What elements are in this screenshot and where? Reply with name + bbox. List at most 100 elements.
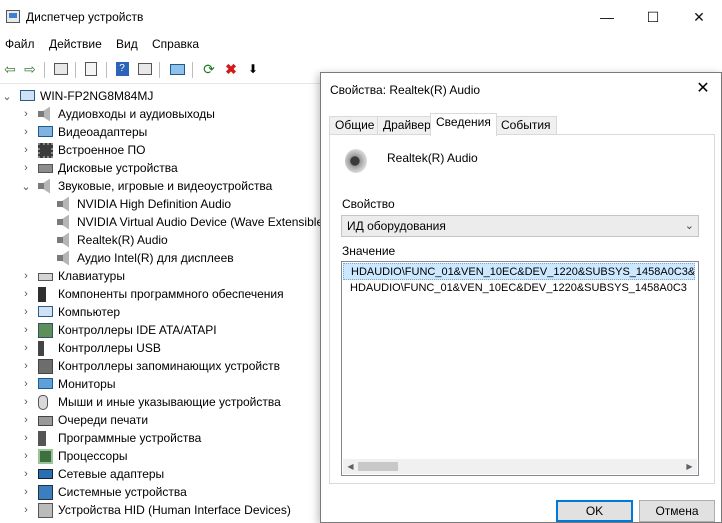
collapse-chevron-icon[interactable]: ⌄	[21, 180, 31, 193]
tree-category-label: Аудиовходы и аудиовыходы	[58, 107, 215, 121]
tree-device-label: NVIDIA High Definition Audio	[77, 197, 232, 211]
property-label: Свойство	[342, 197, 395, 211]
expand-chevron-icon[interactable]: ›	[21, 126, 31, 138]
expand-chevron-icon[interactable]: ›	[21, 360, 31, 372]
expand-chevron-icon[interactable]: ›	[21, 270, 31, 282]
printer-icon	[38, 416, 53, 426]
tree-category-label: Программные устройства	[58, 431, 202, 445]
expand-chevron-icon[interactable]: ›	[21, 306, 31, 318]
monitor-icon	[38, 378, 53, 389]
tree-category-label: Устройства HID (Human Interface Devices)	[58, 503, 291, 517]
tree-category-label: Мыши и иные указывающие устройства	[58, 395, 281, 409]
toolbar-separator	[106, 62, 107, 78]
expand-chevron-icon[interactable]: ›	[21, 108, 31, 120]
computer-icon	[38, 306, 53, 317]
expand-chevron-icon[interactable]: ›	[21, 144, 31, 156]
tab-driver[interactable]: Драйвер	[377, 116, 437, 135]
expand-chevron-icon[interactable]: ›	[21, 486, 31, 498]
expand-chevron-icon[interactable]: ›	[21, 504, 31, 516]
tree-device-label: NVIDIA Virtual Audio Device (Wave Extens…	[77, 215, 328, 229]
scan-hardware-icon[interactable]	[168, 60, 186, 78]
expand-chevron-icon[interactable]: ›	[21, 432, 31, 444]
scroll-left-icon[interactable]: ◀	[343, 459, 358, 474]
collapse-chevron-icon[interactable]: ⌄	[2, 90, 12, 103]
tab-events[interactable]: События	[495, 116, 557, 135]
toolbar-separator	[192, 62, 193, 78]
device-manager-app-icon	[6, 10, 20, 23]
show-hidden-icon[interactable]	[136, 60, 154, 78]
back-icon[interactable]: ⇦	[1, 60, 19, 78]
processor-icon	[38, 448, 53, 464]
expand-chevron-icon[interactable]: ›	[21, 162, 31, 174]
update-driver-icon[interactable]: ⟳	[200, 60, 218, 78]
toolbar-separator	[75, 62, 76, 78]
usb-icon	[38, 340, 44, 356]
device-name: Realtek(R) Audio	[387, 151, 478, 165]
dialog-close-button[interactable]: ✕	[685, 73, 721, 105]
close-window-button[interactable]: ✕	[676, 0, 722, 34]
chevron-down-icon: ⌄	[684, 220, 694, 232]
ide-controller-icon	[38, 322, 53, 338]
tree-category-label: Встроенное ПО	[58, 143, 146, 157]
value-listbox[interactable]: HDAUDIO\FUNC_01&VEN_10EC&DEV_1220&SUBSYS…	[341, 261, 699, 476]
scroll-right-icon[interactable]: ▶	[682, 459, 697, 474]
software-component-icon	[38, 286, 46, 302]
keyboard-icon	[38, 273, 53, 281]
tree-category-label: Дисковые устройства	[58, 161, 178, 175]
scrollbar-thumb[interactable]	[358, 462, 398, 471]
properties-icon[interactable]	[82, 60, 100, 78]
enable-device-icon[interactable]: ⬇	[244, 60, 262, 78]
storage-controller-icon	[38, 358, 53, 374]
tree-category-label: Сетевые адаптеры	[58, 467, 165, 481]
minimize-button[interactable]: —	[584, 0, 630, 34]
tree-category-label: Контроллеры IDE ATA/ATAPI	[58, 323, 217, 337]
speaker-icon	[38, 106, 50, 122]
toolbar-separator	[159, 62, 160, 78]
expand-chevron-icon[interactable]: ›	[21, 342, 31, 354]
expand-chevron-icon[interactable]: ›	[21, 450, 31, 462]
tab-general[interactable]: Общие	[329, 116, 381, 135]
tree-category-label: Процессоры	[58, 449, 128, 463]
tree-category-label: Системные устройства	[58, 485, 187, 499]
forward-icon[interactable]: ⇨	[21, 60, 39, 78]
property-select[interactable]: ИД оборудования ⌄	[341, 215, 699, 237]
menu-file[interactable]: Файл	[5, 37, 35, 51]
software-device-icon	[38, 430, 46, 446]
toolbar-separator	[44, 62, 45, 78]
tree-category-label: Мониторы	[58, 377, 116, 391]
mouse-icon	[38, 394, 48, 410]
tree-category-label: Видеоадаптеры	[58, 125, 148, 139]
expand-chevron-icon[interactable]: ›	[21, 324, 31, 336]
expand-chevron-icon[interactable]: ›	[21, 378, 31, 390]
display-adapter-icon	[38, 126, 53, 137]
dialog-title: Свойства: Realtek(R) Audio	[330, 83, 481, 97]
hid-icon	[38, 502, 53, 518]
expand-chevron-icon[interactable]: ›	[21, 288, 31, 300]
maximize-button[interactable]: ☐	[630, 0, 676, 34]
value-list-item[interactable]: HDAUDIO\FUNC_01&VEN_10EC&DEV_1220&SUBSYS…	[343, 263, 695, 280]
menu-action[interactable]: Действие	[49, 37, 102, 51]
tree-category-label: Компоненты программного обеспечения	[58, 287, 284, 301]
expand-chevron-icon[interactable]: ›	[21, 396, 31, 408]
menu-help[interactable]: Справка	[152, 37, 199, 51]
ok-button[interactable]: OK	[556, 500, 633, 522]
network-adapter-icon	[38, 469, 53, 479]
property-select-value: ИД оборудования	[347, 219, 446, 233]
uninstall-device-icon[interactable]: ✖	[222, 60, 240, 78]
audio-device-icon	[57, 214, 69, 230]
speaker-device-icon	[345, 147, 369, 175]
audio-device-icon	[57, 196, 69, 212]
expand-chevron-icon[interactable]: ›	[21, 468, 31, 480]
tree-device-label: Realtek(R) Audio	[77, 233, 168, 247]
tab-details[interactable]: Сведения	[430, 113, 497, 136]
value-list-item[interactable]: HDAUDIO\FUNC_01&VEN_10EC&DEV_1220&SUBSYS…	[343, 280, 695, 297]
help-icon[interactable]: ?	[113, 60, 131, 78]
cancel-button[interactable]: Отмена	[639, 500, 715, 522]
expand-chevron-icon[interactable]: ›	[21, 414, 31, 426]
window-titlebar: Диспетчер устройств — ☐ ✕	[0, 0, 722, 34]
menu-view[interactable]: Вид	[116, 37, 138, 51]
horizontal-scrollbar[interactable]: ◀ ▶	[343, 459, 697, 474]
audio-device-icon	[57, 250, 69, 266]
firmware-chip-icon	[38, 142, 53, 158]
properties-view-icon[interactable]	[52, 60, 70, 78]
